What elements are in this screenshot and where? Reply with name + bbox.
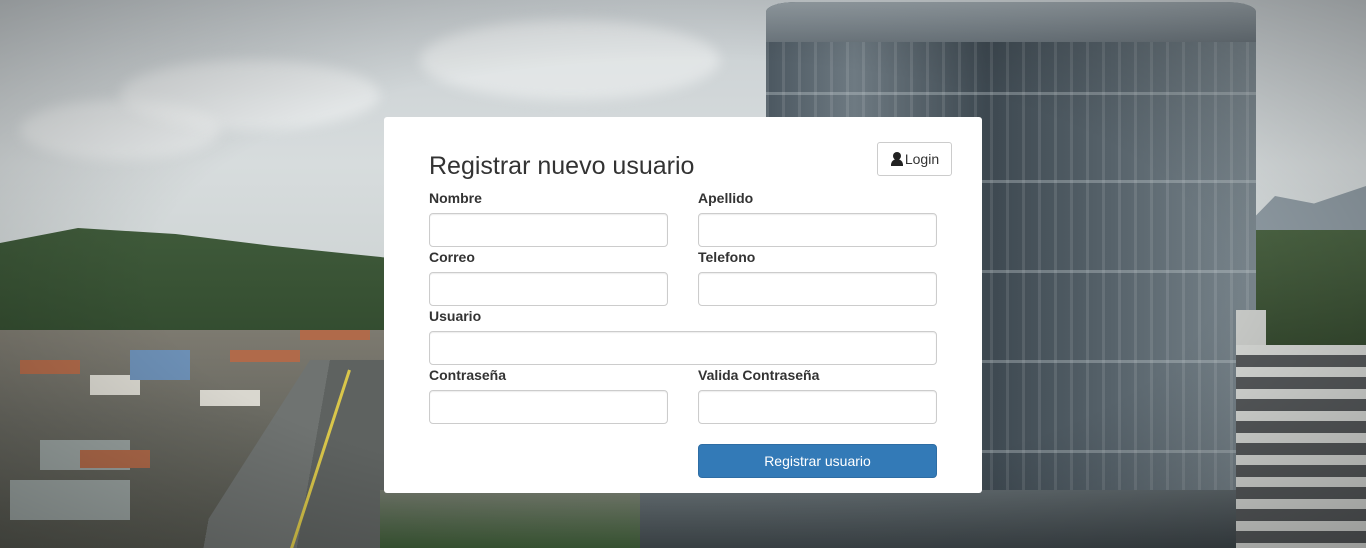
apellido-field[interactable] [698, 213, 937, 247]
login-button[interactable]: Login [877, 142, 952, 176]
usuario-label: Usuario [429, 308, 482, 324]
valida-contrasena-field[interactable] [698, 390, 937, 424]
valida-contrasena-label: Valida Contraseña [698, 367, 820, 383]
page-title: Registrar nuevo usuario [429, 152, 695, 180]
apellido-label: Apellido [698, 190, 754, 206]
telefono-label: Telefono [698, 249, 756, 265]
nombre-field[interactable] [429, 213, 668, 247]
usuario-field[interactable] [429, 331, 937, 365]
register-user-button[interactable]: Registrar usuario [698, 444, 937, 478]
correo-label: Correo [429, 249, 475, 265]
user-icon [890, 152, 904, 166]
correo-field[interactable] [429, 272, 668, 306]
nombre-label: Nombre [429, 190, 482, 206]
login-button-label: Login [904, 151, 940, 167]
contrasena-field[interactable] [429, 390, 668, 424]
contrasena-label: Contraseña [429, 367, 507, 383]
register-card: Registrar nuevo usuario Login Nombre Ape… [384, 117, 982, 493]
telefono-field[interactable] [698, 272, 937, 306]
